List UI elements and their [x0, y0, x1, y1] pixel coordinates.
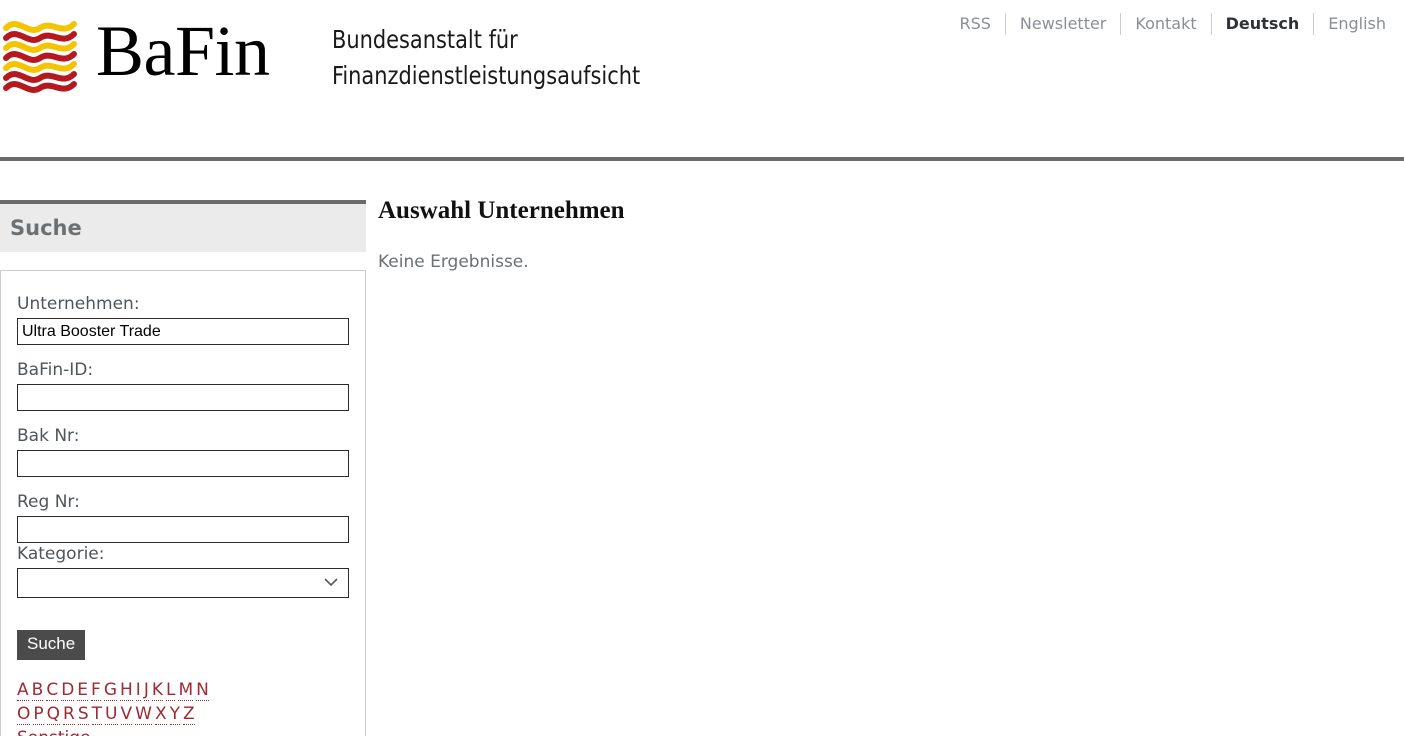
search-submit-button[interactable]: Suche: [17, 630, 86, 660]
alphabet-link-l[interactable]: L: [165, 680, 176, 701]
alphabet-link-r[interactable]: R: [63, 704, 75, 725]
alphabet-link-m[interactable]: M: [178, 680, 194, 701]
label-bak-nr: Bak Nr:: [17, 426, 80, 446]
alphabet-link-j[interactable]: J: [143, 680, 149, 701]
alphabet-link-d[interactable]: D: [61, 680, 75, 701]
alphabet-link-t[interactable]: T: [91, 704, 103, 725]
alphabet-link-a[interactable]: A: [17, 680, 29, 701]
alphabet-row-1: ABCDEFGHIJKLMN: [17, 678, 349, 702]
label-bafin-id: BaFin-ID:: [17, 360, 94, 380]
alphabet-link-s[interactable]: S: [77, 704, 89, 725]
kategorie-select-wrapper: [17, 568, 349, 598]
label-reg-nr: Reg Nr:: [17, 492, 80, 512]
logo-subtitle-line-1: Bundesanstalt für: [331, 25, 518, 54]
alphabet-link-f[interactable]: F: [91, 680, 101, 701]
meta-link-newsletter[interactable]: Newsletter: [1006, 12, 1121, 36]
alphabet-link-u[interactable]: U: [105, 704, 118, 725]
alphabet-link-sonstige[interactable]: Sonstige: [17, 728, 91, 736]
label-kategorie: Kategorie:: [17, 544, 105, 564]
meta-link-rss[interactable]: RSS: [945, 12, 1004, 36]
alphabet-link-v[interactable]: V: [120, 704, 133, 725]
search-sidebar: Suche Unternehmen: BaFin-ID: Bak Nr: Reg…: [0, 200, 366, 736]
alphabet-row-2: OPQRSTUVWXYZ: [17, 702, 349, 726]
page-header: BaFin Bundesanstalt für Finanzdienstleis…: [0, 0, 1404, 161]
alphabet-link-e[interactable]: E: [77, 680, 89, 701]
alphabet-link-n[interactable]: N: [196, 680, 209, 701]
meta-link-english[interactable]: English: [1314, 12, 1400, 36]
alphabet-link-z[interactable]: Z: [183, 704, 195, 725]
alphabet-link-k[interactable]: K: [151, 680, 163, 701]
reg-nr-input[interactable]: [17, 516, 349, 543]
label-unternehmen: Unternehmen:: [17, 294, 140, 314]
alphabet-link-c[interactable]: C: [46, 680, 59, 701]
alphabet-link-q[interactable]: Q: [46, 704, 61, 725]
bak-nr-input[interactable]: [17, 450, 349, 477]
logo-subtitle-line-2: Finanzdienstleistungsaufsicht: [331, 61, 640, 90]
alphabet-link-o[interactable]: O: [17, 704, 31, 725]
alphabet-link-b[interactable]: B: [31, 680, 44, 701]
alphabet-link-w[interactable]: W: [135, 704, 152, 725]
meta-navigation: RSS Newsletter Kontakt Deutsch English: [945, 12, 1400, 36]
alphabet-link-p[interactable]: P: [33, 704, 44, 725]
sidebar-title: Suche: [10, 216, 82, 240]
bafin-waves-logo-icon: [3, 21, 77, 93]
alphabet-navigation: ABCDEFGHIJKLMN OPQRSTUVWXYZ Sonstige: [17, 678, 349, 736]
site-logo[interactable]: BaFin Bundesanstalt für Finanzdienstleis…: [0, 8, 663, 98]
page-title: Auswahl Unternehmen: [378, 197, 625, 224]
page-content: Suche Unternehmen: BaFin-ID: Bak Nr: Reg…: [0, 160, 1404, 736]
alphabet-link-h[interactable]: H: [120, 680, 133, 701]
bafin-id-input[interactable]: [17, 384, 349, 411]
company-search-form: Unternehmen: BaFin-ID: Bak Nr: Reg Nr: K…: [0, 270, 366, 736]
no-results-message: Keine Ergebnisse.: [378, 252, 529, 272]
sidebar-header: Suche: [0, 200, 366, 252]
alphabet-link-g[interactable]: G: [103, 680, 117, 701]
kategorie-select[interactable]: [17, 568, 349, 598]
alphabet-link-x[interactable]: X: [154, 704, 167, 725]
meta-link-deutsch[interactable]: Deutsch: [1212, 12, 1314, 36]
alphabet-row-other: Sonstige: [17, 726, 349, 736]
meta-link-kontakt[interactable]: Kontakt: [1121, 12, 1210, 36]
alphabet-link-i[interactable]: I: [135, 680, 141, 701]
alphabet-link-y[interactable]: Y: [169, 704, 180, 725]
results-main: Auswahl Unternehmen Keine Ergebnisse.: [378, 196, 1388, 272]
logo-subtitle: Bundesanstalt für Finanzdienstleistungsa…: [332, 22, 640, 94]
logo-wordmark: BaFin: [96, 11, 270, 91]
unternehmen-input[interactable]: [17, 318, 349, 345]
